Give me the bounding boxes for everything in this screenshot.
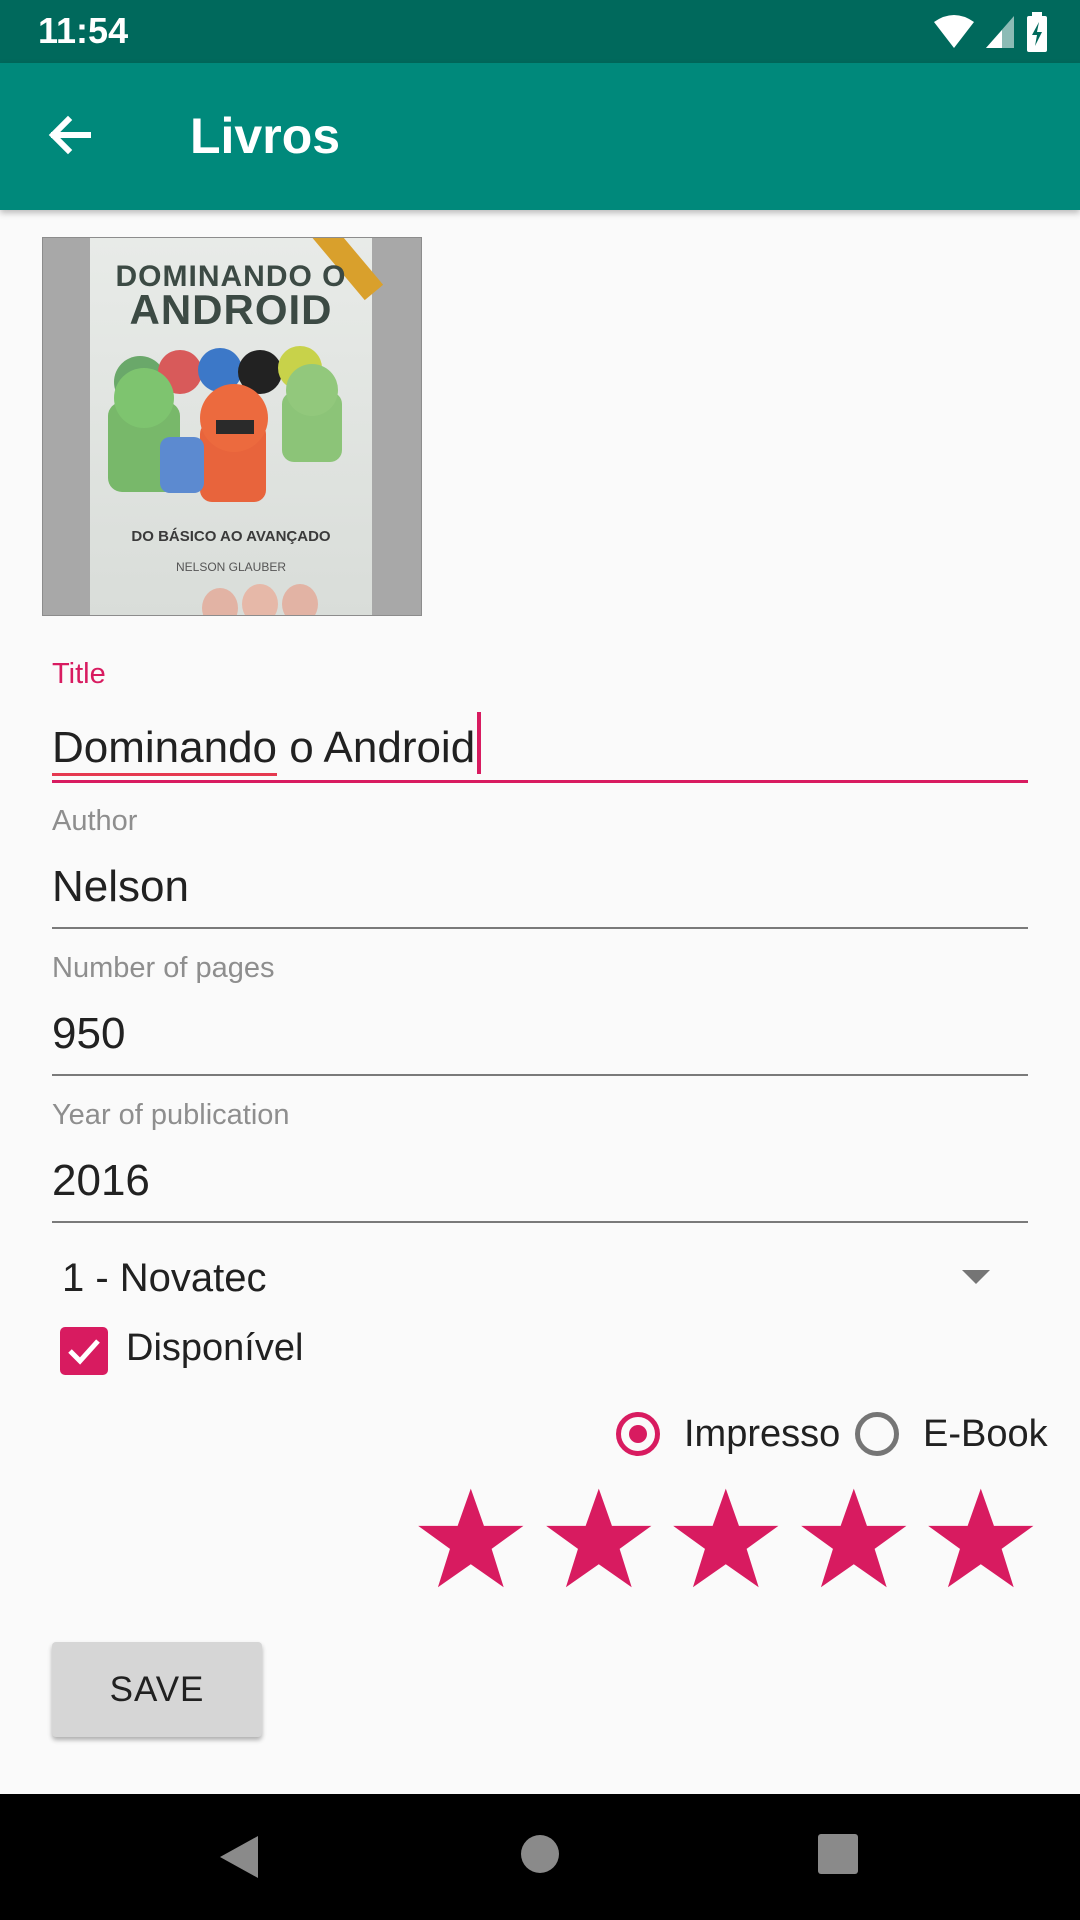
pages-field[interactable]: 950 bbox=[52, 1009, 125, 1059]
author-underline bbox=[52, 927, 1028, 929]
author-label: Author bbox=[52, 805, 138, 837]
rating-bar[interactable] bbox=[416, 1484, 1036, 1594]
app-bar: Livros bbox=[0, 63, 1080, 210]
navigation-bar bbox=[0, 1794, 1080, 1920]
available-label[interactable]: Disponível bbox=[126, 1327, 303, 1370]
radio-impresso-label[interactable]: Impresso bbox=[684, 1413, 840, 1456]
status-bar: 11:54 bbox=[0, 0, 1080, 63]
title-label: Title bbox=[52, 658, 106, 690]
app-title: Livros bbox=[190, 108, 341, 164]
cover-subtitle: DO BÁSICO AO AVANÇADO bbox=[131, 528, 331, 545]
year-field[interactable]: 2016 bbox=[52, 1156, 150, 1206]
wifi-icon bbox=[934, 15, 974, 48]
check-icon bbox=[68, 1339, 100, 1365]
radio-ebook-label[interactable]: E-Book bbox=[923, 1413, 1048, 1456]
back-arrow-icon[interactable] bbox=[38, 103, 102, 167]
star-icon[interactable] bbox=[799, 1484, 909, 1594]
title-value-rest: o Android bbox=[277, 723, 476, 772]
status-icons bbox=[934, 12, 1048, 52]
cell-signal-icon bbox=[986, 16, 1014, 48]
back-nav-icon[interactable] bbox=[214, 1832, 264, 1882]
author-field[interactable]: Nelson bbox=[52, 862, 189, 912]
home-nav-icon[interactable] bbox=[520, 1834, 560, 1874]
fingers-illustration bbox=[202, 584, 318, 615]
book-cover-image[interactable]: DOMINANDO O ANDROID DO BÁSICO AO AVANÇAD… bbox=[42, 237, 422, 616]
cover-title-line2: ANDROID bbox=[129, 286, 333, 333]
year-underline bbox=[52, 1221, 1028, 1223]
save-button[interactable]: SAVE bbox=[52, 1642, 262, 1737]
title-field[interactable]: Dominando o Android bbox=[52, 712, 482, 776]
pages-underline bbox=[52, 1074, 1028, 1076]
star-icon[interactable] bbox=[671, 1484, 781, 1594]
star-icon[interactable] bbox=[544, 1484, 654, 1594]
radio-impresso[interactable] bbox=[616, 1412, 660, 1456]
misspelled-word: Dominando bbox=[52, 723, 278, 776]
dropdown-arrow-icon[interactable] bbox=[962, 1270, 990, 1284]
cover-author: NELSON GLAUBER bbox=[175, 560, 287, 574]
status-time: 11:54 bbox=[38, 10, 129, 51]
text-cursor bbox=[477, 712, 482, 774]
radio-ebook[interactable] bbox=[855, 1412, 899, 1456]
cover-title: DOMINANDO O ANDROID bbox=[90, 260, 372, 333]
android-figures-illustration bbox=[108, 346, 342, 502]
battery-charging-icon bbox=[1027, 12, 1047, 52]
pages-label: Number of pages bbox=[52, 952, 275, 984]
year-label: Year of publication bbox=[52, 1099, 290, 1131]
star-icon[interactable] bbox=[416, 1484, 526, 1594]
recents-nav-icon[interactable] bbox=[818, 1834, 858, 1874]
star-icon[interactable] bbox=[926, 1484, 1036, 1594]
available-checkbox[interactable] bbox=[60, 1327, 108, 1375]
publisher-spinner[interactable]: 1 - Novatec bbox=[62, 1256, 267, 1301]
title-underline bbox=[52, 780, 1028, 783]
book-cover: DOMINANDO O ANDROID DO BÁSICO AO AVANÇAD… bbox=[90, 238, 384, 615]
